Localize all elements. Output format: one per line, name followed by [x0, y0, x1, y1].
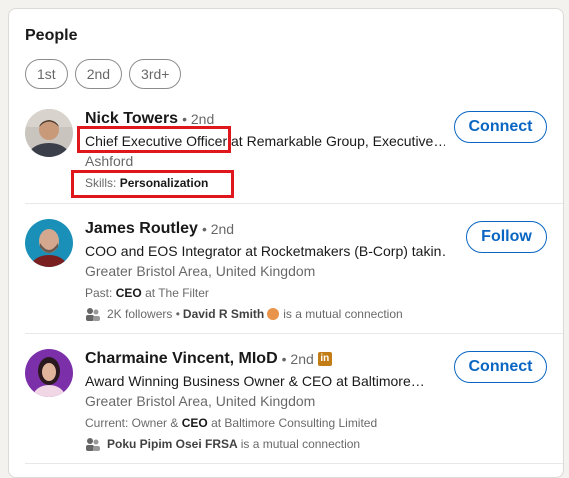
- follow-button[interactable]: Follow: [466, 221, 547, 253]
- mutual-avatar: [267, 308, 280, 320]
- mutual-name[interactable]: Poku Pipim Osei FRSA: [107, 436, 238, 452]
- person-location: Greater Bristol Area, United Kingdom: [85, 263, 316, 279]
- connection-degree: • 2nd: [182, 111, 215, 127]
- person-location: Ashford: [85, 153, 134, 169]
- connect-button[interactable]: Connect: [454, 111, 547, 143]
- result-info: Charmaine Vincent, MIoD • 2nd in Award W…: [85, 349, 445, 452]
- connection-degree: • 2nd: [281, 351, 314, 367]
- highlight-box: [77, 126, 231, 153]
- person-name[interactable]: James Routley: [85, 220, 198, 238]
- avatar[interactable]: [25, 109, 73, 157]
- current-role: CEO: [181, 416, 208, 430]
- section-title: People: [25, 27, 78, 44]
- connection-degree: • 2nd: [201, 221, 235, 237]
- person-location: Greater Bristol Area, United Kingdom: [85, 393, 316, 409]
- person-name[interactable]: Charmaine Vincent, MIoD: [85, 350, 278, 368]
- mutual-connection-line: Poku Pipim Osei FRSA is a mutual connect…: [85, 436, 445, 452]
- connect-button[interactable]: Connect: [454, 351, 547, 383]
- current-position: Current: Owner & CEO at Baltimore Consul…: [85, 415, 445, 431]
- past-company: at The Filter: [145, 286, 209, 300]
- past-position: Past: CEO at The Filter: [85, 285, 445, 301]
- mutual-suffix: is a mutual connection: [240, 437, 361, 451]
- past-label: Past:: [85, 286, 113, 300]
- filter-2nd[interactable]: 2nd: [74, 59, 123, 89]
- mutual-name[interactable]: David R Smith: [183, 306, 264, 322]
- current-label: Current: Owner &: [85, 416, 179, 430]
- people-icon: [86, 438, 100, 451]
- followers-count: 2K followers •: [107, 307, 180, 321]
- linkedin-premium-icon: in: [317, 352, 332, 366]
- filter-3rd-plus[interactable]: 3rd+: [129, 59, 182, 89]
- highlight-box: [71, 170, 234, 198]
- avatar[interactable]: [25, 349, 73, 397]
- people-card: People 1st 2nd 3rd+ Nick Towers • 2nd Ch…: [8, 8, 564, 478]
- person-headline: COO and EOS Integrator at Rocketmakers (…: [85, 243, 445, 259]
- divider: [25, 203, 563, 204]
- people-icon: [86, 308, 100, 321]
- current-company: at Baltimore Consulting Limited: [211, 416, 378, 430]
- person-headline: Award Winning Business Owner & CEO at Ba…: [85, 373, 425, 389]
- filter-1st[interactable]: 1st: [25, 59, 68, 89]
- divider: [25, 463, 563, 464]
- past-role: CEO: [115, 286, 142, 300]
- degree-filters: 1st 2nd 3rd+: [25, 59, 182, 89]
- mutual-suffix: is a mutual connection: [283, 307, 403, 321]
- avatar[interactable]: [25, 219, 73, 267]
- mutual-connection-line: 2K followers • David R Smith is a mutual…: [85, 306, 445, 322]
- result-info: James Routley • 2nd COO and EOS Integrat…: [85, 219, 445, 322]
- divider: [25, 333, 563, 334]
